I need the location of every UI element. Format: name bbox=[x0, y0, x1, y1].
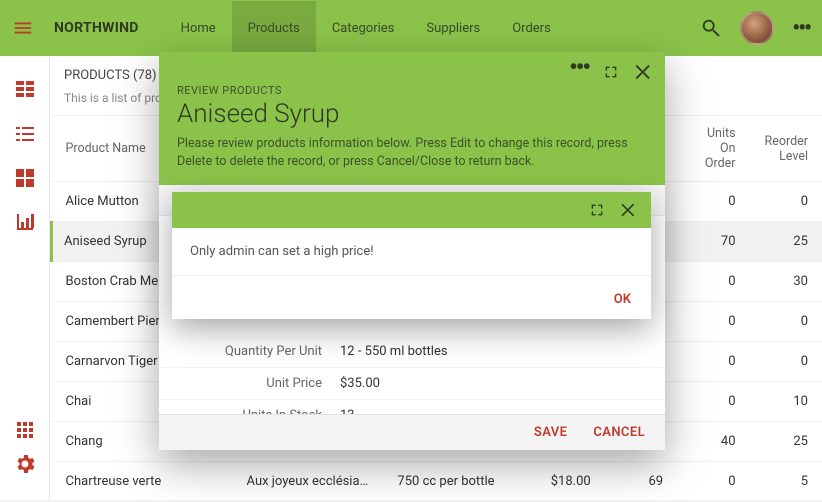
col-on-order[interactable]: Units On Order bbox=[677, 116, 749, 182]
field-label: Units In Stock bbox=[159, 408, 334, 414]
tiles-icon[interactable] bbox=[13, 166, 37, 190]
grid-icon[interactable] bbox=[13, 78, 37, 102]
table-row[interactable]: Chartreuse verteAux joyeux ecclésiastiqu… bbox=[52, 462, 822, 502]
field-row: Quantity Per Unit12 - 550 ml bottles bbox=[159, 336, 665, 368]
cell-onOrder: 0 bbox=[677, 262, 749, 302]
more-icon[interactable]: ••• bbox=[792, 16, 810, 41]
cell-reorder: 30 bbox=[750, 262, 822, 302]
nav-products[interactable]: Products bbox=[232, 1, 316, 56]
cell-onOrder: 0 bbox=[677, 342, 749, 382]
cell-onOrder: 70 bbox=[677, 222, 749, 262]
field-label: Unit Price bbox=[159, 376, 334, 391]
dialog-fullscreen-icon[interactable] bbox=[603, 64, 619, 80]
alert-ok-button[interactable]: OK bbox=[614, 292, 631, 307]
dialog-more-icon[interactable]: ••• bbox=[569, 55, 589, 79]
cell-productName: Chartreuse verte bbox=[52, 462, 233, 502]
cell-onOrder: 0 bbox=[677, 382, 749, 422]
header-right: ••• bbox=[700, 11, 810, 45]
save-button[interactable]: SAVE bbox=[534, 425, 567, 440]
cell-qty: 750 cc per bottle bbox=[383, 462, 514, 502]
alert-dialog: Only admin can set a high price! OK bbox=[172, 192, 651, 319]
cell-reorder: 0 bbox=[750, 342, 822, 382]
cell-onOrder: 0 bbox=[677, 302, 749, 342]
cell-onOrder: 0 bbox=[677, 462, 749, 502]
dialog-overline: REVIEW PRODUCTS bbox=[177, 84, 647, 97]
cancel-button[interactable]: CANCEL bbox=[593, 425, 645, 440]
cell-reorder: 0 bbox=[750, 302, 822, 342]
menu-icon[interactable] bbox=[12, 17, 34, 39]
search-icon[interactable] bbox=[700, 17, 722, 39]
nav-suppliers[interactable]: Suppliers bbox=[410, 1, 496, 56]
apps-icon[interactable] bbox=[13, 418, 37, 442]
avatar[interactable] bbox=[740, 11, 774, 45]
field-row: Unit Price$35.00 bbox=[159, 368, 665, 400]
dialog-footer: SAVE CANCEL bbox=[159, 414, 665, 450]
nav-home[interactable]: Home bbox=[165, 1, 232, 56]
field-value: 13 bbox=[334, 408, 355, 414]
settings-icon[interactable] bbox=[13, 452, 37, 476]
nav-categories[interactable]: Categories bbox=[316, 1, 411, 56]
cell-reorder: 5 bbox=[750, 462, 822, 502]
dialog-subtitle: Please review products information below… bbox=[177, 135, 647, 171]
field-value: $35.00 bbox=[334, 376, 380, 391]
col-reorder[interactable]: Reorder Level bbox=[750, 116, 822, 182]
alert-fullscreen-icon[interactable] bbox=[589, 202, 605, 218]
dialog-close-icon[interactable] bbox=[633, 61, 655, 83]
cell-reorder: 25 bbox=[750, 422, 822, 462]
alert-close-icon[interactable] bbox=[619, 200, 639, 220]
left-rail bbox=[0, 56, 50, 500]
alert-message: Only admin can set a high price! bbox=[172, 228, 651, 276]
cell-onOrder: 0 bbox=[677, 182, 749, 222]
brand-label: NORTHWIND bbox=[54, 20, 139, 36]
field-row: Units In Stock13 bbox=[159, 400, 665, 414]
nav-orders[interactable]: Orders bbox=[496, 1, 567, 56]
alert-header bbox=[172, 192, 651, 228]
cell-onOrder: 40 bbox=[677, 422, 749, 462]
chart-icon[interactable] bbox=[13, 210, 37, 234]
cell-supplier: Aux joyeux ecclésiastiques bbox=[233, 462, 384, 502]
app-header: NORTHWIND Home Products Categories Suppl… bbox=[0, 0, 822, 56]
list-icon[interactable] bbox=[13, 122, 37, 146]
cell-reorder: 0 bbox=[750, 182, 822, 222]
dialog-title: Aniseed Syrup bbox=[177, 99, 647, 129]
cell-price: $18.00 bbox=[514, 462, 605, 502]
cell-stock: 69 bbox=[605, 462, 677, 502]
cell-reorder: 10 bbox=[750, 382, 822, 422]
field-value: 12 - 550 ml bottles bbox=[334, 344, 448, 359]
dialog-header: ••• REVIEW PRODUCTS Aniseed Syrup Please… bbox=[159, 52, 665, 185]
cell-reorder: 25 bbox=[750, 222, 822, 262]
top-nav: Home Products Categories Suppliers Order… bbox=[165, 1, 567, 56]
field-label: Quantity Per Unit bbox=[159, 344, 334, 359]
